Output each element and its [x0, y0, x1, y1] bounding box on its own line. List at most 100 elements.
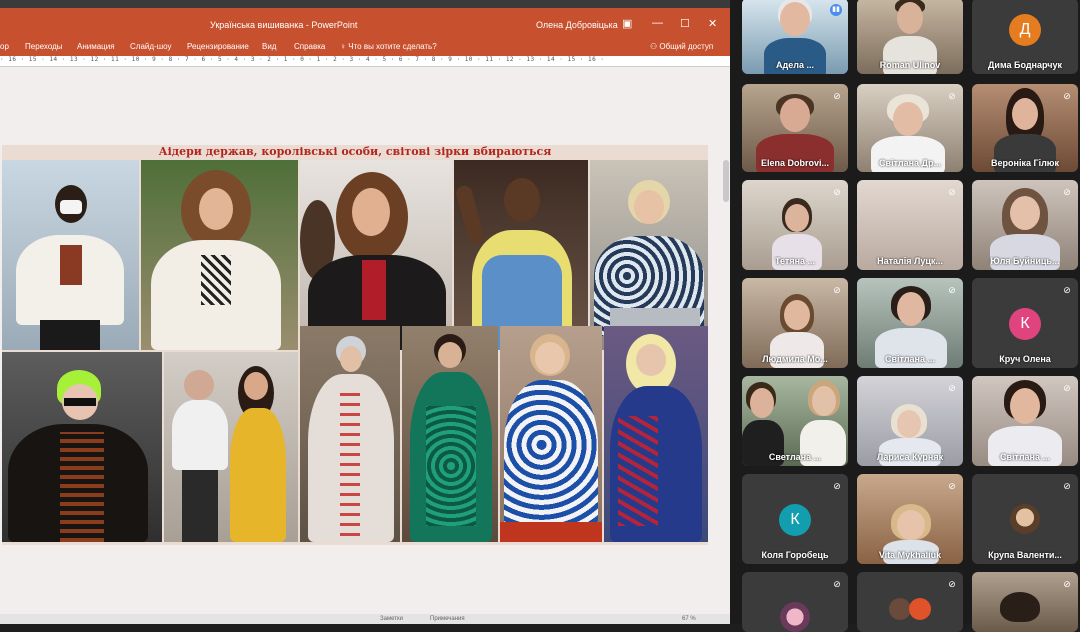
- slide-title: Аідери держав, королівські особи, світов…: [158, 145, 552, 158]
- participant-name: Круч Олена: [999, 354, 1051, 364]
- mic-muted-icon: ⊘: [948, 187, 956, 197]
- mic-muted-icon: ⊘: [1063, 91, 1071, 101]
- participant-tile[interactable]: ⊘ Вероніка Гілюк: [972, 84, 1078, 172]
- photo-6: [2, 352, 162, 542]
- photo-9: [402, 326, 498, 542]
- tab-review[interactable]: Рецензирование: [187, 42, 249, 51]
- tab-animations[interactable]: Анимация: [77, 42, 115, 51]
- participant-avatar: К: [1009, 308, 1041, 340]
- photo-4: [454, 160, 588, 350]
- mic-muted-icon: ⊘: [1063, 383, 1071, 393]
- participant-tile[interactable]: ⊘: [857, 572, 963, 632]
- participant-name: Коля Горобець: [761, 550, 829, 560]
- participant-tile[interactable]: ⊘ Світлана ...: [857, 278, 963, 368]
- participant-name: Світлана ...: [1000, 452, 1050, 462]
- close-icon[interactable]: ✕: [708, 17, 717, 30]
- participant-tile[interactable]: Д Дима Боднарчук: [972, 0, 1078, 74]
- participant-avatar: Д: [1009, 14, 1041, 46]
- share-label: Общий доступ: [659, 42, 714, 51]
- share-button[interactable]: ⚇ Общий доступ: [650, 42, 713, 51]
- participant-name: Людмила Мо...: [762, 354, 828, 364]
- tab-slideshow[interactable]: Слайд-шоу: [130, 42, 171, 51]
- photo-3: [300, 160, 452, 350]
- comments-toggle[interactable]: Примечания: [430, 616, 465, 622]
- participant-name: Світлана ...: [885, 354, 935, 364]
- participant-tile[interactable]: ⊘ Лариса Курняк: [857, 376, 963, 466]
- participant-avatar: [889, 598, 911, 620]
- mic-muted-icon: ⊘: [948, 91, 956, 101]
- vertical-scrollbar[interactable]: [723, 160, 729, 202]
- participant-name: Вероніка Гілюк: [991, 158, 1059, 168]
- participant-avatar: К: [779, 504, 811, 536]
- mic-muted-icon: ⊘: [1063, 285, 1071, 295]
- participant-tile[interactable]: ⊘ Тетяна ...: [742, 180, 848, 270]
- window-top-strip: [0, 0, 730, 8]
- participant-tile[interactable]: ⊘ Vita Mykhaliuk: [857, 474, 963, 564]
- participant-tile[interactable]: ⊘ Людмила Мо...: [742, 278, 848, 368]
- participant-name: Адела ...: [776, 60, 814, 70]
- ribbon-tabs: ор Переходы Анимация Слайд-шоу Рецензиро…: [0, 38, 730, 56]
- mic-muted-icon: ⊘: [1063, 187, 1071, 197]
- tab-view[interactable]: Вид: [262, 42, 276, 51]
- mic-muted-icon: ⊘: [833, 481, 841, 491]
- mic-muted-icon: ⊘: [948, 383, 956, 393]
- mic-muted-icon: ⊘: [833, 187, 841, 197]
- account-name[interactable]: Олена Добровіцька: [536, 20, 618, 30]
- participant-tile[interactable]: ⊘ Elena Dobrovi...: [742, 84, 848, 172]
- lightbulb-icon: ♀: [340, 42, 346, 51]
- mic-muted-icon: ⊘: [948, 579, 956, 589]
- window-title: Українська вишиванка - PowerPoint: [210, 20, 358, 30]
- status-bar: Заметки Примечания 67 %: [0, 614, 730, 624]
- tab-help[interactable]: Справка: [294, 42, 325, 51]
- tab-transitions[interactable]: Переходы: [25, 42, 63, 51]
- person-icon: ⚇: [650, 42, 658, 51]
- title-bar: Українська вишиванка - PowerPoint Олена …: [0, 8, 730, 38]
- participant-tile[interactable]: ⊘ Світлана ...: [972, 376, 1078, 466]
- participant-tile[interactable]: ⊘: [742, 572, 848, 632]
- participant-badge: [909, 598, 931, 620]
- participant-avatar: [780, 602, 810, 632]
- participant-tile[interactable]: ⊘ Юля Буйниць...: [972, 180, 1078, 270]
- participant-tile[interactable]: Светлана ...: [742, 376, 848, 466]
- mic-muted-icon: ⊘: [1063, 481, 1071, 491]
- participant-tile[interactable]: К ⊘ Круч Олена: [972, 278, 1078, 368]
- photo-10: [500, 326, 602, 542]
- tell-me-search[interactable]: ♀ Что вы хотите сделать?: [340, 42, 437, 51]
- participant-avatar: [1010, 504, 1040, 534]
- participant-name: Vita Mykhaliuk: [878, 550, 942, 560]
- zoom-level[interactable]: 67 %: [682, 616, 696, 622]
- participant-tile[interactable]: К ⊘ Коля Горобець: [742, 474, 848, 564]
- mic-muted-icon: ⊘: [948, 481, 956, 491]
- photo-1: [2, 160, 139, 350]
- tell-me-label: Что вы хотите сделать?: [348, 42, 437, 51]
- mic-muted-icon: ⊘: [948, 285, 956, 295]
- participant-tile[interactable]: ▮▮ Адела ...: [742, 0, 848, 74]
- photo-8: [300, 326, 400, 542]
- photo-7: [164, 352, 298, 542]
- participant-name: Юля Буйниць...: [990, 256, 1060, 266]
- photo-5: [590, 160, 708, 350]
- horizontal-ruler: · 16 · 15 · 14 · 13 · 12 · 11 · 10 · 9 ·…: [0, 56, 730, 67]
- participant-name: Roman Ulinov: [879, 60, 941, 70]
- maximize-icon[interactable]: ☐: [680, 17, 690, 30]
- participant-name: Elena Dobrovi...: [760, 158, 829, 168]
- mic-muted-icon: ⊘: [833, 579, 841, 589]
- tab-design[interactable]: ор: [0, 42, 9, 51]
- mic-muted-icon: ⊘: [1063, 579, 1071, 589]
- participant-tile[interactable]: Roman Ulinov: [857, 0, 963, 74]
- mic-muted-icon: ⊘: [833, 91, 841, 101]
- participant-tile[interactable]: ⊘: [972, 572, 1078, 632]
- participant-tile[interactable]: ⊘ Світлана Др...: [857, 84, 963, 172]
- slide[interactable]: Аідери держав, королівські особи, світов…: [2, 145, 708, 545]
- mic-muted-icon: ⊘: [833, 285, 841, 295]
- participant-name: Світлана Др...: [879, 158, 941, 168]
- ribbon-display-options-icon[interactable]: ▣: [622, 17, 632, 30]
- participant-name: Тетяна ...: [774, 256, 816, 266]
- participant-name: Крупа Валенти...: [988, 550, 1062, 560]
- participant-name: Дима Боднарчук: [988, 60, 1062, 70]
- participant-tile[interactable]: ⊘ Наталія Луцк...: [857, 180, 963, 270]
- participant-tile[interactable]: ⊘ Крупа Валенти...: [972, 474, 1078, 564]
- photo-11: [604, 326, 708, 542]
- minimize-icon[interactable]: —: [652, 17, 663, 29]
- notes-toggle[interactable]: Заметки: [380, 616, 403, 622]
